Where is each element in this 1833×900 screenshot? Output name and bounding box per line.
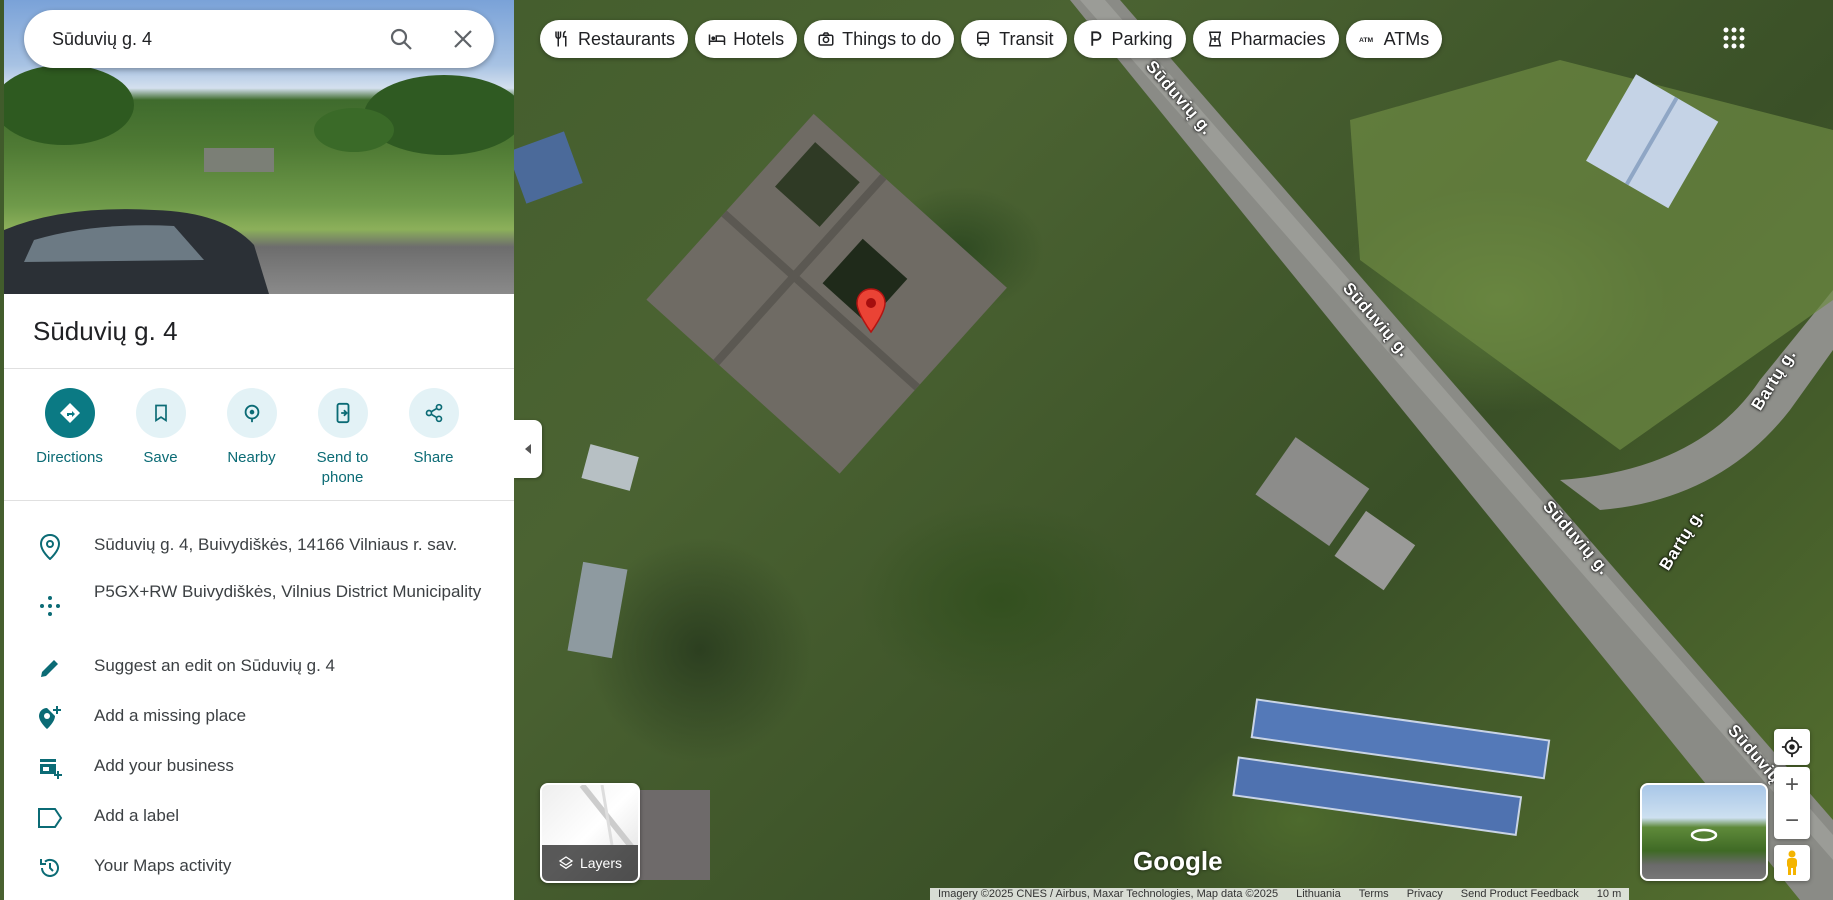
bookmark-icon <box>135 388 186 438</box>
parking-icon <box>1090 31 1101 46</box>
search-input[interactable] <box>50 27 374 51</box>
collapse-panel-button[interactable] <box>514 420 542 478</box>
pegman-button[interactable] <box>1774 845 1810 881</box>
divider <box>4 368 514 369</box>
chip-hotels[interactable]: Hotels <box>695 20 798 58</box>
imagery-attribution: Imagery ©2025 CNES / Airbus, Maxar Techn… <box>938 888 1279 900</box>
chip-transit[interactable]: Transit <box>961 20 1067 58</box>
pharmacy-icon <box>1208 31 1221 47</box>
nearby-icon <box>226 388 277 438</box>
history-icon <box>36 854 64 882</box>
category-chips: Restaurants Hotels Things to do Transit … <box>540 20 1443 58</box>
pencil-icon <box>36 654 64 682</box>
chip-pharmacies[interactable]: Pharmacies <box>1192 20 1339 58</box>
chip-label: Restaurants <box>578 28 676 49</box>
send-to-phone-button[interactable]: Send to phone <box>297 388 388 488</box>
share-button[interactable]: Share <box>388 388 479 488</box>
map-footer: Imagery ©2025 CNES / Airbus, Maxar Techn… <box>930 888 1630 900</box>
chip-atms[interactable]: ATM ATMs <box>1345 20 1443 58</box>
scale-bar[interactable]: 10 m <box>1597 888 1621 900</box>
nearby-button[interactable]: Nearby <box>206 388 297 488</box>
place-title: Sūduvių g. 4 <box>33 316 178 346</box>
action-label: Share <box>413 449 454 466</box>
save-button[interactable]: Save <box>115 388 206 488</box>
chip-label: Hotels <box>733 28 785 49</box>
svg-text:ATM: ATM <box>1359 37 1373 44</box>
maps-activity-text: Your Maps activity <box>94 856 232 875</box>
restaurant-icon <box>555 30 567 47</box>
action-buttons: Directions Save Nearby Send to phone Sha… <box>24 388 479 488</box>
zoom-controls: + − <box>1774 767 1810 839</box>
feedback-link[interactable]: Send Product Feedback <box>1461 888 1579 900</box>
my-location-button[interactable] <box>1774 729 1810 765</box>
add-business-icon <box>36 754 64 782</box>
chip-label: Parking <box>1111 28 1173 49</box>
add-business-text: Add your business <box>94 756 234 775</box>
search-box[interactable] <box>24 10 494 68</box>
zoom-in-button[interactable]: + <box>1774 767 1810 803</box>
action-label: Directions <box>36 449 103 466</box>
layers-icon <box>558 856 574 870</box>
add-missing-place-text: Add a missing place <box>94 706 247 725</box>
address-text: Sūduvių g. 4, Buivydiškės, 14166 Vilniau… <box>94 535 458 554</box>
street-view-thumbnail[interactable] <box>1640 783 1768 881</box>
terms-link[interactable]: Terms <box>1359 888 1389 900</box>
zoom-out-button[interactable]: − <box>1774 803 1810 839</box>
caret-left-icon <box>525 444 531 454</box>
directions-icon <box>44 388 95 438</box>
rotate-360-icon <box>1690 828 1718 842</box>
hotel-icon <box>708 34 726 45</box>
label-icon <box>36 804 64 832</box>
plus-code-text: P5GX+RW Buivydiškės, Vilnius District Mu… <box>94 582 482 601</box>
country-link[interactable]: Lithuania <box>1296 888 1341 900</box>
action-label: Send to phone <box>316 449 369 486</box>
share-icon <box>408 388 459 438</box>
my-location-icon <box>1781 736 1803 758</box>
chip-parking[interactable]: Parking <box>1073 20 1186 58</box>
chip-label: Things to do <box>842 28 942 49</box>
search-icon[interactable] <box>387 25 415 53</box>
layers-button[interactable]: Layers <box>540 783 640 883</box>
action-label: Nearby <box>227 449 276 466</box>
directions-button[interactable]: Directions <box>24 388 115 488</box>
layers-label: Layers <box>579 855 623 871</box>
privacy-link[interactable]: Privacy <box>1407 888 1443 900</box>
transit-icon <box>977 31 990 47</box>
pegman-icon <box>1787 850 1797 875</box>
add-label-text: Add a label <box>94 806 180 825</box>
chip-label: Pharmacies <box>1230 28 1326 49</box>
apps-grid-icon[interactable] <box>1716 20 1752 56</box>
layers-label-bar: Layers <box>542 845 638 881</box>
close-icon[interactable] <box>449 25 477 53</box>
location-pin-icon[interactable] <box>855 288 887 334</box>
add-location-icon <box>36 704 64 732</box>
plus-code-icon <box>36 592 64 620</box>
place-panel: Sūduvių g. 4 Directions Save Nearby Send… <box>4 0 514 900</box>
chip-label: Transit <box>999 28 1054 49</box>
atm-icon: ATM <box>1359 37 1373 44</box>
google-logo: Google <box>1133 846 1223 876</box>
chip-restaurants[interactable]: Restaurants <box>540 20 689 58</box>
suggest-edit-text: Suggest an edit on Sūduvių g. 4 <box>94 656 336 675</box>
divider <box>4 500 514 501</box>
layers-preview <box>579 785 638 857</box>
location-pin-icon <box>36 533 64 561</box>
send-to-phone-icon <box>317 388 368 438</box>
action-label: Save <box>143 449 178 466</box>
chip-label: ATMs <box>1383 28 1430 49</box>
camera-icon <box>818 32 834 46</box>
chip-things-to-do[interactable]: Things to do <box>804 20 955 58</box>
